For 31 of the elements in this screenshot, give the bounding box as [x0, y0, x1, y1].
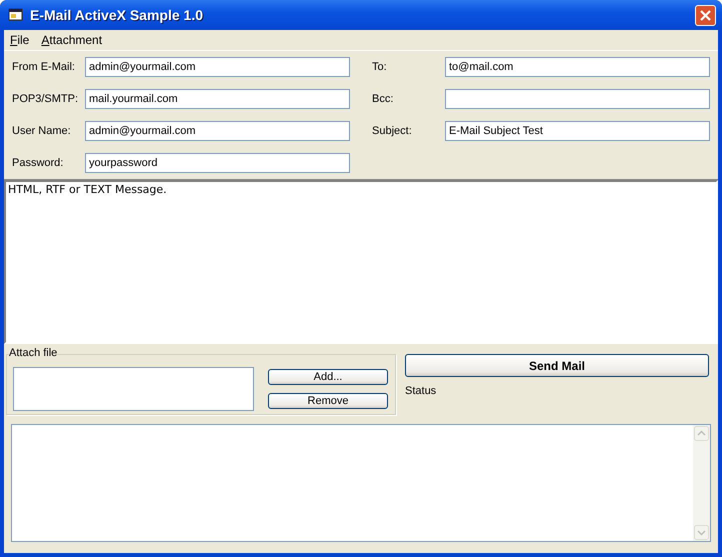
input-field[interactable]: [445, 89, 710, 109]
input-field[interactable]: admin@yourmail.com: [85, 57, 350, 77]
close-icon: [700, 10, 711, 20]
field-label: To:: [372, 61, 388, 73]
scroll-down-icon[interactable]: [694, 525, 709, 540]
close-button[interactable]: [695, 4, 716, 26]
group-title: Attach file: [9, 347, 58, 359]
attach-button[interactable]: Remove: [268, 393, 388, 409]
field-label: From E-Mail:: [12, 61, 76, 73]
send-mail-button[interactable]: Send Mail: [405, 354, 709, 377]
field-label: Subject:: [372, 125, 413, 137]
menu-item[interactable]: File: [10, 32, 30, 50]
window-title: E-Mail ActiveX Sample 1.0: [30, 7, 204, 23]
input-field[interactable]: to@mail.com: [445, 57, 710, 77]
attach-button[interactable]: Add...: [268, 369, 388, 385]
input-field[interactable]: admin@yourmail.com: [85, 121, 350, 141]
field-label: User Name:: [12, 125, 72, 137]
field-label: POP3/SMTP:: [12, 93, 80, 105]
menu-item[interactable]: Attachment: [41, 32, 102, 50]
attachment-list[interactable]: [13, 367, 254, 411]
field-label: Password:: [12, 157, 64, 169]
scroll-up-icon[interactable]: [694, 426, 709, 441]
input-field[interactable]: yourpassword: [85, 153, 350, 173]
field-label: Bcc:: [372, 93, 394, 105]
message-editor[interactable]: HTML, RTF or TEXT Message.: [4, 180, 718, 344]
scrollbar[interactable]: [693, 425, 710, 541]
message-text: HTML, RTF or TEXT Message.: [8, 183, 167, 196]
input-field[interactable]: mail.yourmail.com: [85, 89, 350, 109]
app-window-icon: [8, 8, 24, 22]
input-field[interactable]: E-Mail Subject Test: [445, 121, 710, 141]
status-label: Status: [405, 385, 438, 397]
